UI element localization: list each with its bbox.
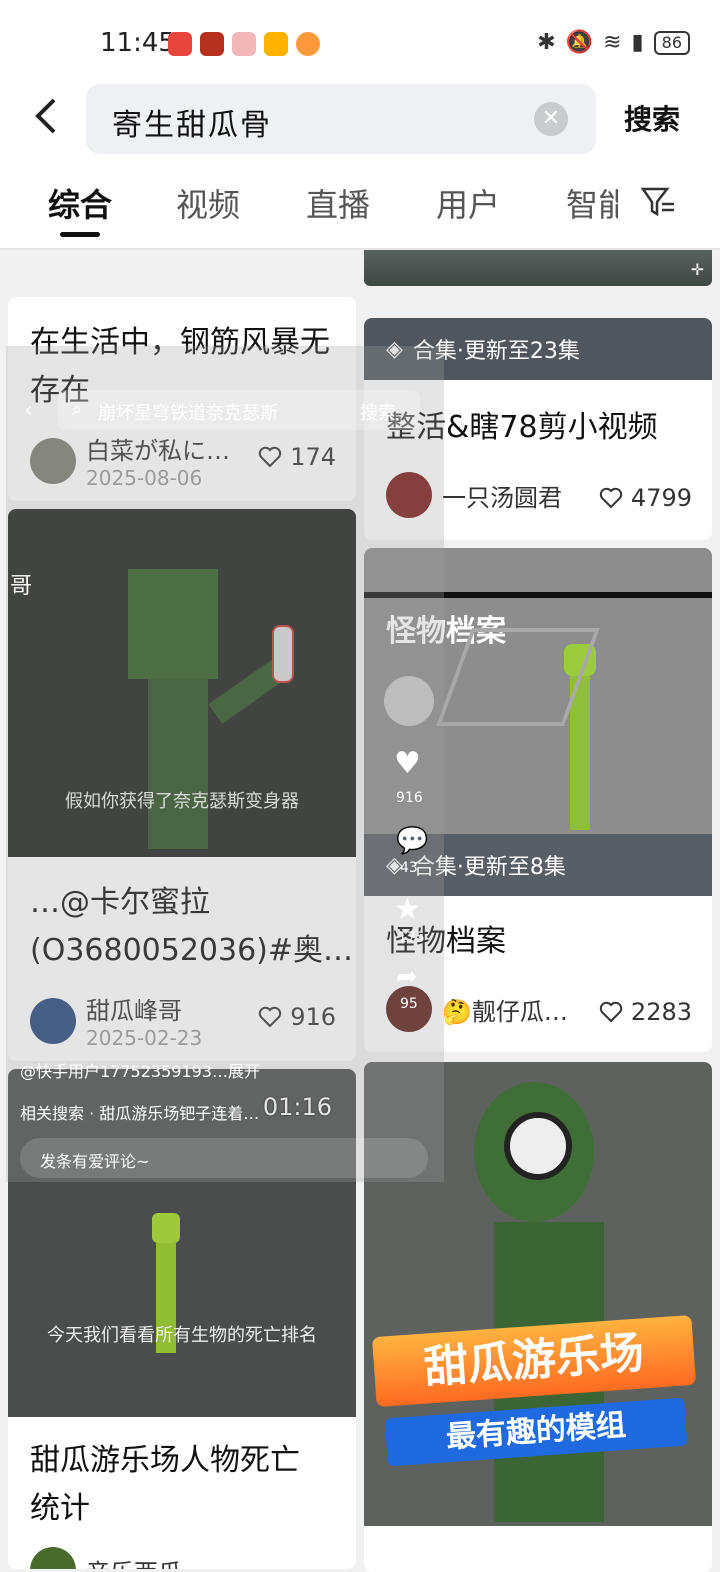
post-date: 2025-08-06 <box>86 466 203 490</box>
game-app-icon <box>200 32 224 56</box>
result-tabs: 综合 视频 直播 用户 智能 <box>0 180 720 244</box>
video-thumbnail <box>364 250 712 286</box>
search-query: 寄生甜瓜骨 <box>112 108 272 143</box>
author-name: 甜瓜峰哥 <box>86 997 182 1025</box>
heart-icon <box>258 446 282 468</box>
heart-icon <box>258 1006 282 1028</box>
card-title-line2: (O3680052036)#奥… <box>30 933 354 968</box>
collection-bar: ◈ 合集·更新至23集 <box>364 318 712 380</box>
card-title: 怪物档案 <box>386 924 506 959</box>
huawei-app-icon <box>168 32 192 56</box>
layers-icon: ◈ <box>386 336 403 362</box>
author-info[interactable]: 🤔靓仔瓜… <box>386 986 568 1032</box>
like-count: 4799 <box>599 484 692 512</box>
layers-icon: ◈ <box>386 852 403 878</box>
food-app-icon <box>296 32 320 56</box>
card-title: 整活&瞎78剪小视频 <box>386 410 658 445</box>
author-name: 音乐西瓜 <box>86 1553 182 1570</box>
author-info[interactable]: 音乐西瓜 <box>30 1547 182 1569</box>
author-name: 🤔靓仔瓜… <box>442 997 568 1026</box>
search-button[interactable]: 搜索 <box>624 98 680 138</box>
video-card-partial[interactable]: ✛ <box>364 250 712 286</box>
video-subtitle: 今天我们看看所有生物的死亡排名 <box>47 1325 317 1346</box>
battery-icon: 86 <box>653 30 690 55</box>
video-thumbnail: 假如你获得了奈克瑟斯变身器 <box>8 509 356 857</box>
tab-smart[interactable]: 智能 <box>566 180 618 226</box>
video-thumbnail: 01:16 今天我们看看所有生物的死亡排名 <box>8 1069 356 1417</box>
collection-card[interactable]: 怪物档案 ◈ 合集·更新至8集 怪物档案 🤔靓仔瓜… 2283 <box>364 548 712 1052</box>
card-title-line2: 存在 <box>30 373 90 408</box>
bluetooth-icon: ✱ <box>537 30 556 55</box>
status-bar: 11:45 ✱ 🔕 ≋ ▮ 86 <box>0 0 720 84</box>
gift-app-icon <box>232 32 256 56</box>
system-status: ✱ 🔕 ≋ ▮ 86 <box>537 30 690 55</box>
post-date: 2025-02-23 <box>86 1026 203 1050</box>
card-title: 甜瓜游乐场人物死亡 <box>30 1443 300 1478</box>
avatar <box>386 472 432 518</box>
tab-video[interactable]: 视频 <box>176 180 240 226</box>
like-count: 916 <box>258 1003 336 1031</box>
transformer-device <box>272 625 294 683</box>
search-input[interactable]: 寄生甜瓜骨 ✕ <box>86 84 596 154</box>
like-count: 2283 <box>599 998 692 1026</box>
collection-bar: ◈ 合集·更新至8集 <box>364 834 712 896</box>
melon-head <box>152 1213 180 1243</box>
notification-icons <box>168 32 320 56</box>
video-subtitle: 假如你获得了奈克瑟斯变身器 <box>65 791 299 812</box>
app-store-icon <box>264 32 288 56</box>
card-title: …@卡尔蜜拉 <box>30 885 210 920</box>
card-title: 在生活中，钢筋风暴无 <box>30 325 330 360</box>
signal-icon: ▮ <box>631 30 644 55</box>
status-time: 11:45 <box>100 28 175 58</box>
mute-bell-icon: 🔕 <box>565 30 594 55</box>
author-name: 白菜が私に… <box>86 437 230 465</box>
expand-icon: ✛ <box>690 260 704 279</box>
video-thumbnail: 甜瓜游乐场 最有趣的模组 <box>364 1062 712 1526</box>
video-card[interactable]: 假如你获得了奈克瑟斯变身器 …@卡尔蜜拉 (O3680052036)#奥… 甜瓜… <box>8 509 356 1061</box>
monster-eye <box>504 1112 572 1180</box>
like-count: 174 <box>258 443 336 471</box>
author-info[interactable]: 一只汤圆君 <box>386 472 562 518</box>
author-name: 一只汤圆君 <box>442 483 562 512</box>
collection-card[interactable]: ◈ 合集·更新至23集 整活&瞎78剪小视频 一只汤圆君 4799 <box>364 318 712 540</box>
filter-icon[interactable] <box>640 184 676 220</box>
tab-live[interactable]: 直播 <box>306 180 370 226</box>
avatar <box>386 986 432 1032</box>
avatar <box>30 1547 76 1569</box>
melon-head <box>128 569 218 679</box>
thumbnail-stripe <box>364 592 712 598</box>
tab-users[interactable]: 用户 <box>436 180 500 226</box>
video-card[interactable]: 01:16 今天我们看看所有生物的死亡排名 甜瓜游乐场人物死亡 统计 音乐西瓜 <box>8 1069 356 1569</box>
video-card[interactable]: 甜瓜游乐场 最有趣的模组 <box>364 1062 712 1572</box>
heart-icon <box>599 487 623 509</box>
back-arrow-icon[interactable] <box>28 96 68 136</box>
search-header: 寄生甜瓜骨 ✕ 搜索 综合 视频 直播 用户 智能 <box>0 84 720 250</box>
video-duration: 01:16 <box>262 1093 332 1121</box>
tab-comprehensive[interactable]: 综合 <box>48 180 112 226</box>
heart-icon <box>599 1001 623 1023</box>
clear-icon[interactable]: ✕ <box>534 102 568 136</box>
melon-body <box>148 679 208 849</box>
wifi-icon: ≋ <box>603 30 622 55</box>
avatar <box>30 437 76 484</box>
card-title-line2: 统计 <box>30 1491 90 1526</box>
author-info[interactable]: 白菜が私に… 2025-08-06 <box>30 431 230 490</box>
author-info[interactable]: 甜瓜峰哥 2025-02-23 <box>30 991 202 1050</box>
banner-title: 甜瓜游乐场 <box>371 1314 697 1408</box>
video-card[interactable]: 在生活中，钢筋风暴无 存在 白菜が私に… 2025-08-06 174 <box>8 297 356 501</box>
active-tab-indicator <box>60 232 100 237</box>
avatar <box>30 997 76 1044</box>
